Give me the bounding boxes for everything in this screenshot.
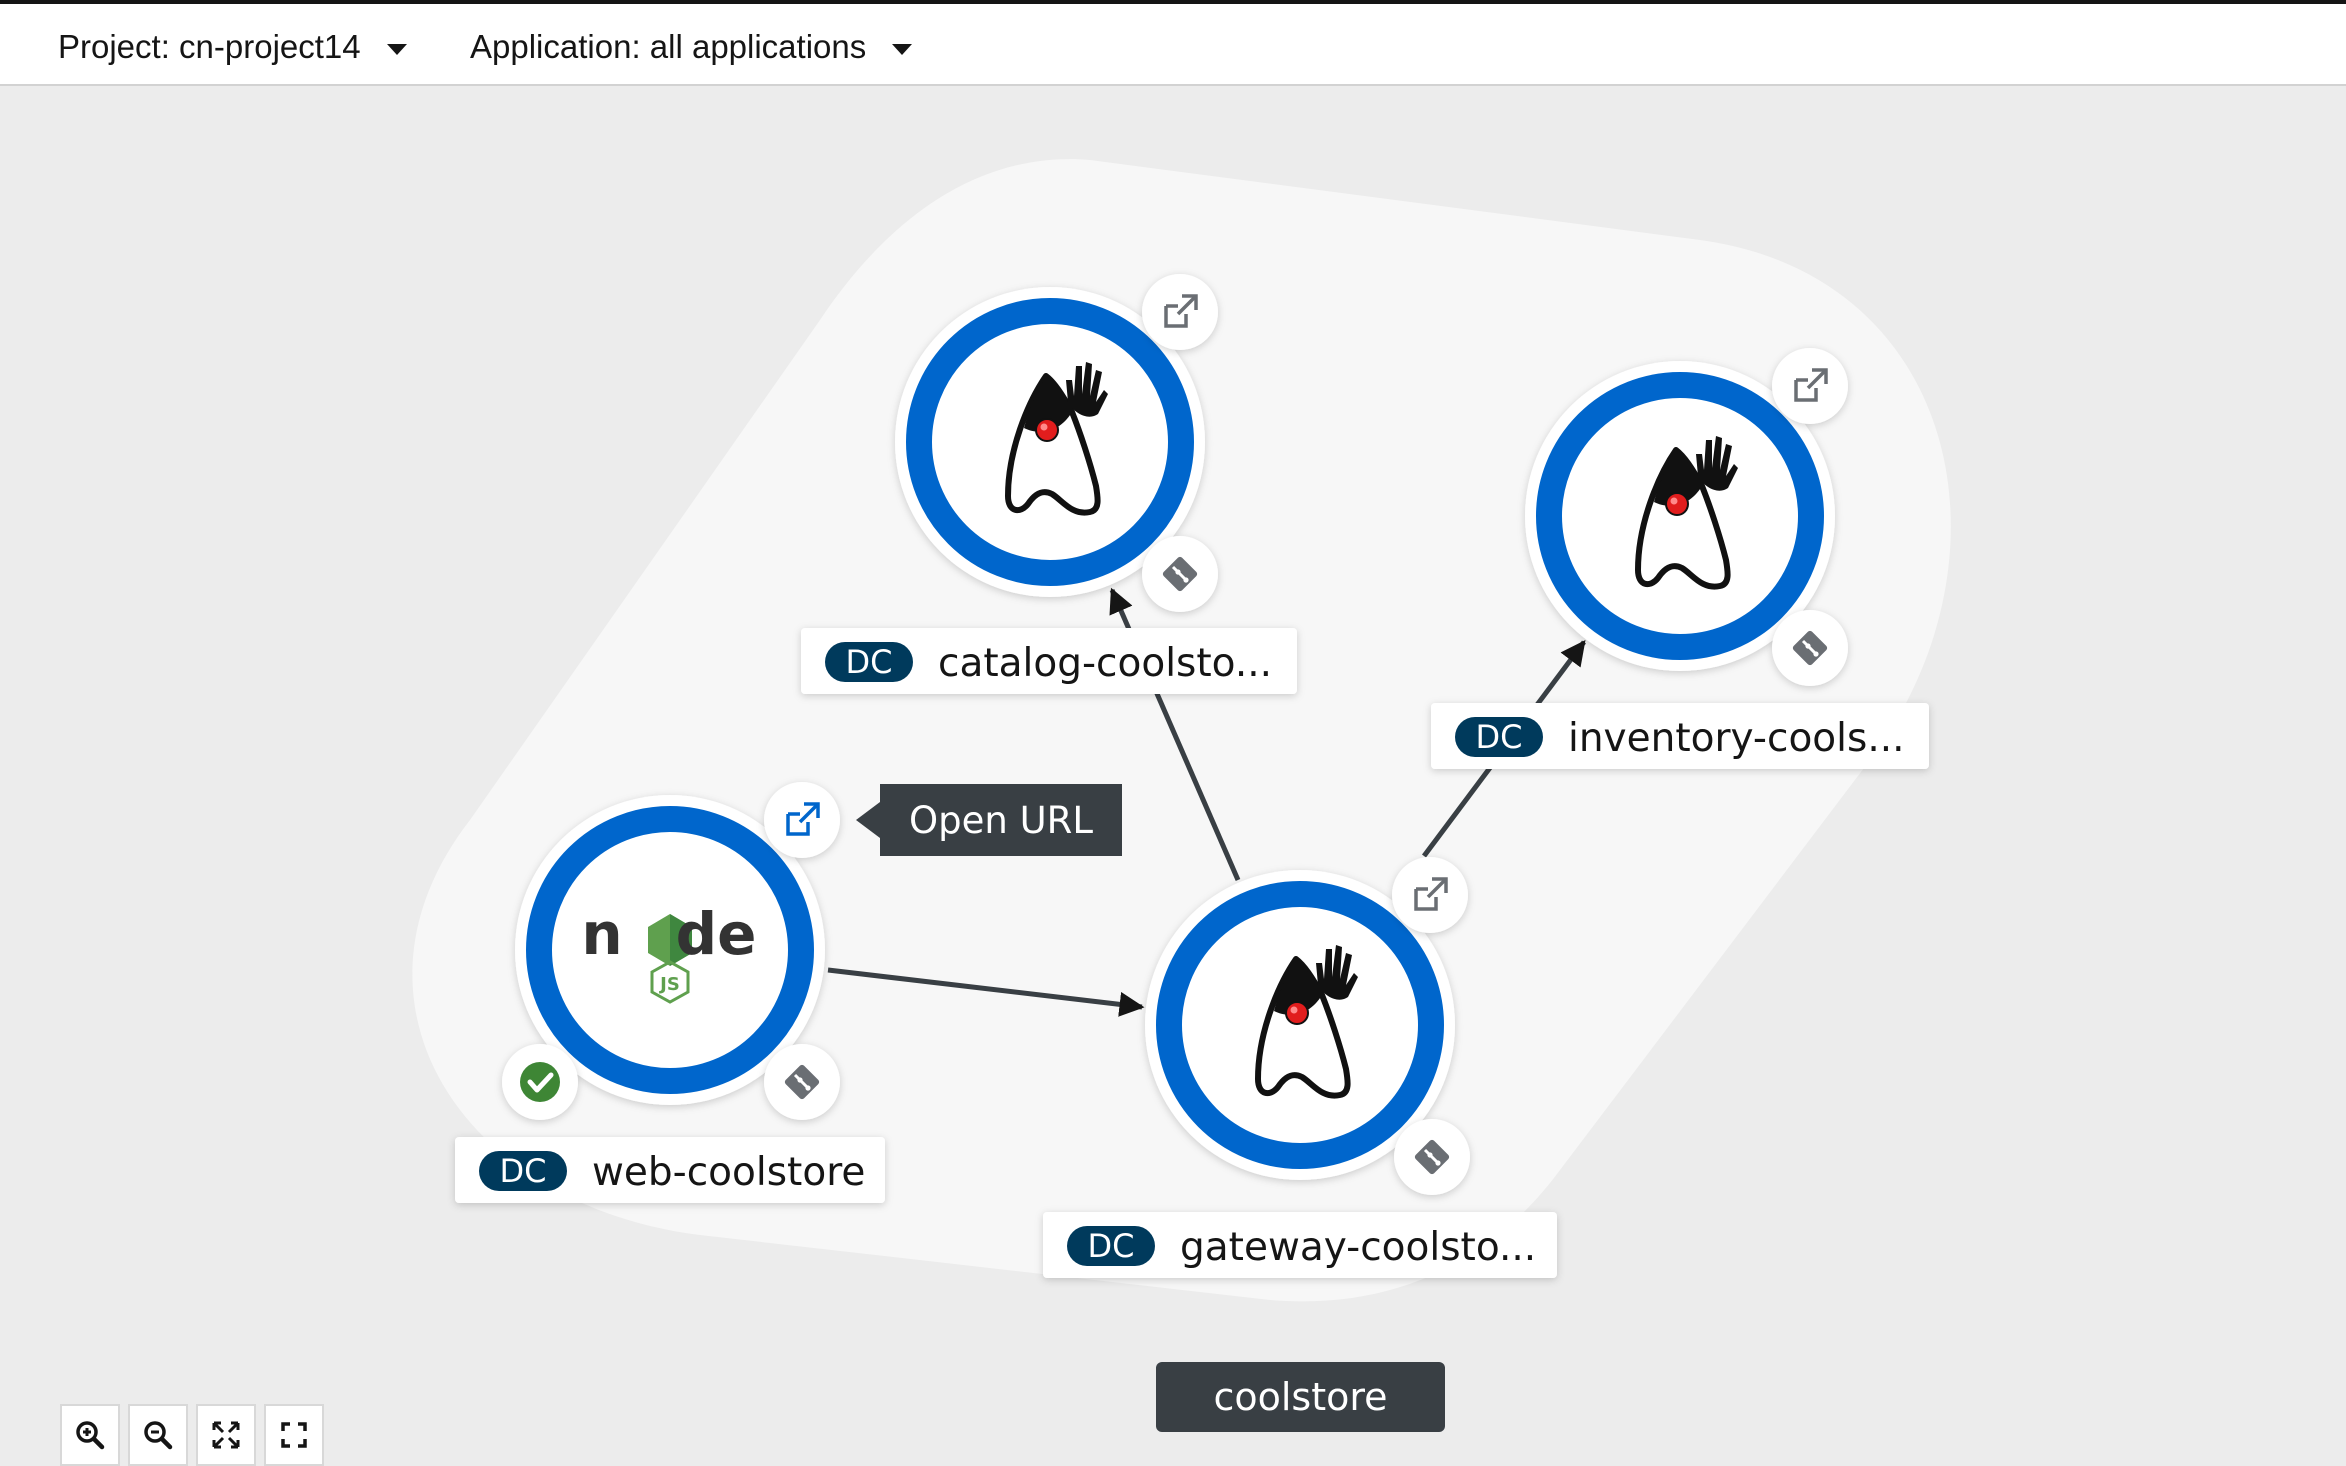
dc-badge: DC xyxy=(846,643,893,681)
fit-to-screen-icon xyxy=(212,1421,240,1449)
nodejs-logo-text-right: de xyxy=(676,900,757,968)
nodejs-logo-badge: JS xyxy=(658,974,680,995)
pod-status-decorator[interactable] xyxy=(502,1044,578,1120)
open-url-decorator[interactable] xyxy=(1772,348,1848,424)
open-url-decorator[interactable] xyxy=(764,782,840,858)
dc-badge: DC xyxy=(1476,718,1523,756)
nodejs-logo-text-left: n xyxy=(581,900,622,968)
topology-controls xyxy=(60,1404,324,1466)
node-name: gateway-coolsto... xyxy=(1180,1225,1536,1270)
node-name: inventory-cools... xyxy=(1568,716,1905,761)
reset-view-button[interactable] xyxy=(264,1404,324,1466)
reset-view-icon xyxy=(281,1422,307,1448)
fit-to-screen-button[interactable] xyxy=(196,1404,256,1466)
check-circle-icon xyxy=(520,1062,560,1102)
node-label-gateway[interactable]: DC gateway-coolsto... xyxy=(1043,1212,1557,1278)
node-label-web-coolstore[interactable]: DC web-coolstore xyxy=(455,1137,885,1203)
node-name: web-coolstore xyxy=(592,1150,865,1195)
zoom-out-icon xyxy=(144,1421,173,1450)
application-group-label[interactable]: coolstore xyxy=(1156,1362,1445,1432)
source-code-decorator[interactable] xyxy=(1394,1119,1470,1195)
dc-badge: DC xyxy=(1088,1227,1135,1265)
source-code-decorator[interactable] xyxy=(1772,610,1848,686)
source-code-decorator[interactable] xyxy=(1142,536,1218,612)
group-name: coolstore xyxy=(1213,1375,1388,1419)
node-label-catalog[interactable]: DC catalog-coolsto... xyxy=(801,628,1297,694)
topology-canvas[interactable]: DC catalog-coolsto... DC inventory-cools… xyxy=(0,0,2346,1466)
tooltip-text: Open URL xyxy=(909,798,1093,842)
dc-badge: DC xyxy=(500,1152,547,1190)
zoom-in-icon xyxy=(76,1421,105,1450)
open-url-decorator[interactable] xyxy=(1392,857,1468,933)
node-label-inventory[interactable]: DC inventory-cools... xyxy=(1431,703,1929,769)
source-code-decorator[interactable] xyxy=(764,1044,840,1120)
open-url-decorator[interactable] xyxy=(1142,274,1218,350)
zoom-out-button[interactable] xyxy=(128,1404,188,1466)
zoom-in-button[interactable] xyxy=(60,1404,120,1466)
open-url-tooltip: Open URL xyxy=(856,784,1122,856)
node-name: catalog-coolsto... xyxy=(938,641,1272,686)
